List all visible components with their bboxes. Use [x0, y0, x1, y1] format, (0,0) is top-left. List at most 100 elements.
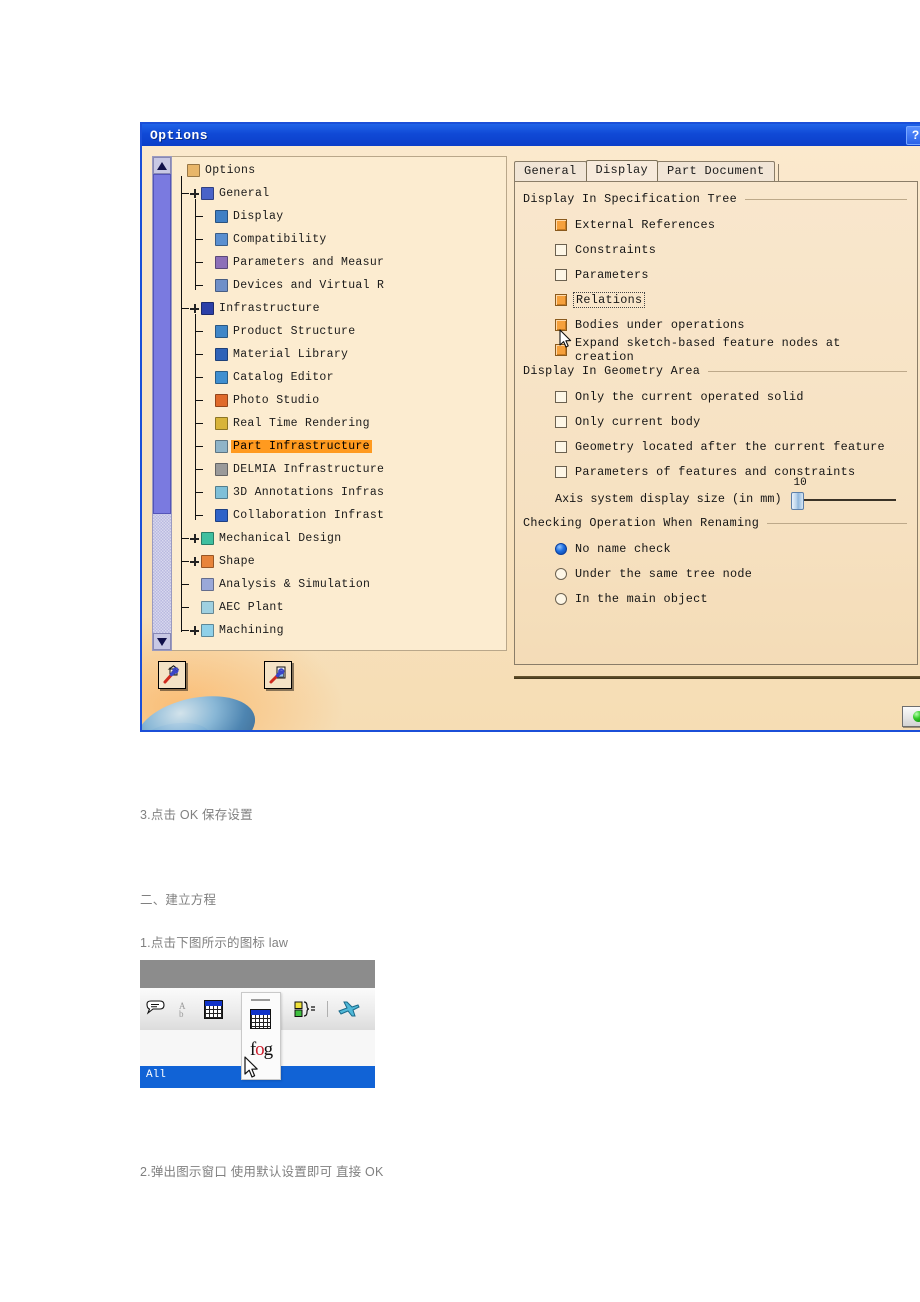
tree-item-photo-studio[interactable]: Photo Studio: [204, 389, 321, 412]
expand-plus-icon[interactable]: [190, 556, 200, 567]
group-title: Checking Operation When Renaming: [523, 516, 760, 530]
tab-part-document[interactable]: Part Document: [657, 161, 775, 181]
tree-node-icon: [215, 417, 228, 430]
expand-plus-icon[interactable]: [190, 188, 200, 199]
slider-track[interactable]: [795, 499, 896, 501]
group-rule: [767, 522, 907, 524]
help-icon[interactable]: ?: [906, 125, 920, 145]
grid-table-icon[interactable]: [204, 999, 223, 1019]
checkbox-row-only-the-current-operated-solid[interactable]: Only the current operated solid: [523, 384, 907, 409]
radio-label: Under the same tree node: [575, 566, 753, 581]
checkbox-icon[interactable]: [555, 465, 567, 478]
checkbox-row-relations[interactable]: Relations: [523, 287, 907, 312]
tree-item-parameters-and-measur[interactable]: Parameters and Measur: [204, 251, 386, 274]
axis-size-slider[interactable]: 10: [788, 477, 898, 510]
tree-item-analysis-simulation[interactable]: Analysis & Simulation: [190, 573, 372, 596]
radio-row-under-the-same-tree-node[interactable]: Under the same tree node: [523, 561, 907, 586]
checkbox-icon[interactable]: [555, 415, 567, 428]
tree-node-icon: [201, 601, 214, 614]
slider-thumb[interactable]: [790, 492, 804, 510]
checkbox-row-external-references[interactable]: External References: [523, 212, 907, 237]
tree-item-compatibility[interactable]: Compatibility: [204, 228, 329, 251]
wrench-document-icon[interactable]: [264, 661, 292, 689]
checkbox-icon[interactable]: [555, 440, 567, 453]
tree-connector-line: [181, 630, 189, 631]
expand-plus-icon[interactable]: [190, 533, 200, 544]
green-ball-icon: [913, 710, 920, 722]
radio-row-in-the-main-object[interactable]: In the main object: [523, 586, 907, 611]
toolbar-separator: [327, 1001, 328, 1017]
scrollbar-track[interactable]: [153, 174, 171, 633]
checkbox-checked-icon[interactable]: [555, 218, 567, 231]
checkbox-icon[interactable]: [555, 268, 567, 281]
tree-connector-line: [195, 423, 203, 424]
checkbox-row-geometry-located-after-the-current-feature[interactable]: Geometry located after the current featu…: [523, 434, 907, 459]
tab-general[interactable]: General: [514, 161, 587, 181]
tree-node-icon: [215, 463, 228, 476]
scrollbar-thumb[interactable]: [153, 174, 171, 514]
tree-item-options[interactable]: Options: [176, 159, 257, 182]
radio-row-no-name-check[interactable]: No name check: [523, 536, 907, 561]
tree-connector-line: [181, 538, 189, 539]
tree-connector-line: [181, 584, 189, 585]
radio-selected-icon[interactable]: [555, 542, 567, 555]
tree-item-display[interactable]: Display: [204, 205, 285, 228]
tab-display[interactable]: Display: [585, 160, 659, 181]
tree-item-devices-and-virtual-r[interactable]: Devices and Virtual R: [204, 274, 386, 297]
tree-item-catalog-editor[interactable]: Catalog Editor: [204, 366, 336, 389]
ok-button[interactable]: OK: [902, 705, 920, 727]
tree-item-product-structure[interactable]: Product Structure: [204, 320, 357, 343]
planet-decoration: [142, 686, 262, 730]
tree-item-general[interactable]: General: [190, 182, 271, 205]
tree-item-3d-annotations-infras[interactable]: 3D Annotations Infras: [204, 481, 386, 504]
radio-icon[interactable]: [555, 592, 567, 605]
tree-node-icon: [201, 578, 214, 591]
tree-node-icon: [215, 233, 228, 246]
radio-label: In the main object: [575, 591, 708, 606]
tree-connector-line: [181, 308, 189, 309]
checkbox-checked-icon[interactable]: [555, 318, 567, 331]
tree-item-label: Real Time Rendering: [233, 417, 370, 430]
checkbox-icon[interactable]: [555, 243, 567, 256]
expand-plus-icon[interactable]: [190, 303, 200, 314]
tree-item-delmia-infrastructure[interactable]: DELMIA Infrastructure: [204, 458, 386, 481]
catia-toolbar-screenshot: A b fog All: [140, 960, 375, 1088]
tree-item-collaboration-infrast[interactable]: Collaboration Infrast: [204, 504, 386, 527]
scroll-up-icon[interactable]: [153, 157, 171, 174]
checkbox-checked-icon[interactable]: [555, 293, 567, 306]
checkbox-row-constraints[interactable]: Constraints: [523, 237, 907, 262]
tree-node-icon: [215, 210, 228, 223]
checkbox-checked-icon[interactable]: [555, 343, 567, 356]
checkbox-row-parameters[interactable]: Parameters: [523, 262, 907, 287]
checkbox-label: Only current body: [575, 414, 701, 429]
tree-item-part-infrastructure[interactable]: Part Infrastructure: [204, 435, 372, 458]
tree-item-mechanical-design[interactable]: Mechanical Design: [190, 527, 343, 550]
tree-item-machining[interactable]: Machining: [190, 619, 286, 642]
checkbox-row-bodies-under-operations[interactable]: Bodies under operations: [523, 312, 907, 337]
tree-item-label: Part Infrastructure: [231, 440, 372, 453]
tree-item-infrastructure[interactable]: Infrastructure: [190, 297, 322, 320]
checkbox-icon[interactable]: [555, 390, 567, 403]
options-tree[interactable]: Options General Display Compatibility Parame…: [172, 156, 507, 651]
expand-plus-icon[interactable]: [190, 625, 200, 636]
checkbox-row-only-current-body[interactable]: Only current body: [523, 409, 907, 434]
tree-connector-line: [195, 377, 203, 378]
scroll-down-icon[interactable]: [153, 633, 171, 650]
tree-item-shape[interactable]: Shape: [190, 550, 257, 573]
checkbox-row-parameters-of-features-and-constraints[interactable]: Parameters of features and constraints: [523, 459, 907, 484]
wrench-house-icon[interactable]: [158, 661, 186, 689]
tree-scrollbar[interactable]: [152, 156, 172, 651]
tree-item-material-library[interactable]: Material Library: [204, 343, 350, 366]
radio-icon[interactable]: [555, 567, 567, 580]
checkbox-row-expand-sketch-based-feature-nodes-at-creation[interactable]: Expand sketch-based feature nodes at cre…: [523, 336, 907, 364]
tree-item-real-time-rendering[interactable]: Real Time Rendering: [204, 412, 372, 435]
tree-node-icon: [215, 348, 228, 361]
tree-item-aec-plant[interactable]: AEC Plant: [190, 596, 286, 619]
